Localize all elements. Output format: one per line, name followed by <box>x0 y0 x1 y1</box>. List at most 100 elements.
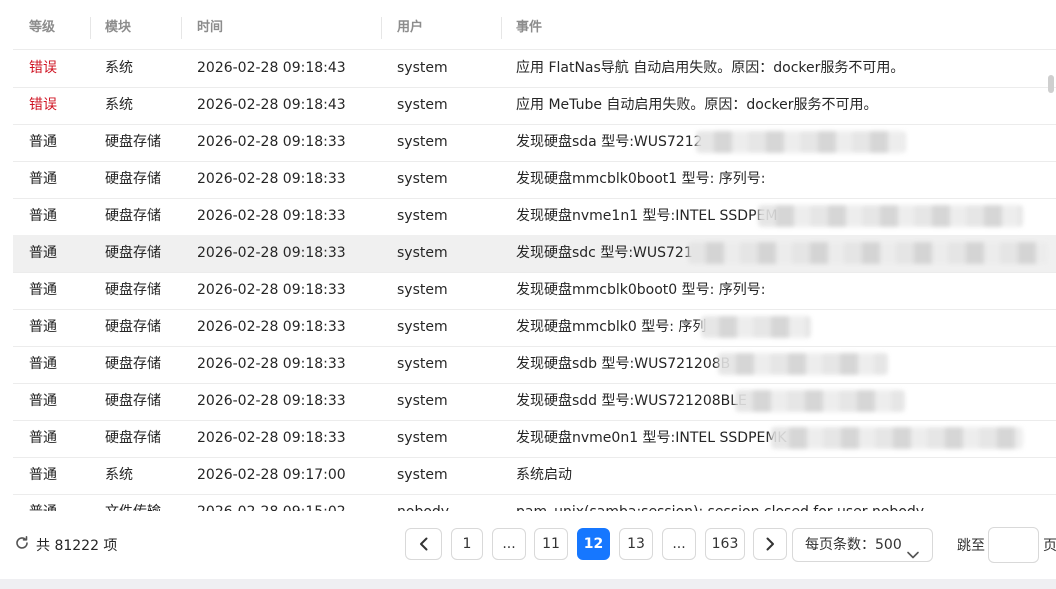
level-cell: 普通 <box>29 494 57 511</box>
module-cell: 硬盘存储 <box>105 356 161 372</box>
level-cell: 普通 <box>29 393 57 409</box>
event-cell: 发现硬盘sdd 型号:WUS721208BLE <box>516 393 747 409</box>
prev-page-button[interactable] <box>405 528 442 560</box>
header-time[interactable]: 时间 <box>197 9 223 49</box>
refresh-icon[interactable] <box>14 535 36 555</box>
total-count: 共 81222 项 <box>14 535 117 555</box>
page-ellipsis-next[interactable]: ... <box>662 528 696 560</box>
module-cell: 硬盘存储 <box>105 134 161 150</box>
time-cell: 2026-02-28 09:18:33 <box>197 171 346 187</box>
time-cell: 2026-02-28 09:18:33 <box>197 319 346 335</box>
event-cell: 发现硬盘sdc 型号:WUS721 <box>516 245 693 261</box>
level-cell: 普通 <box>29 467 57 483</box>
module-cell: 系统 <box>105 467 133 483</box>
header-user[interactable]: 用户 <box>397 9 423 49</box>
table-row[interactable]: 普通 硬盘存储 2026-02-28 09:18:33 system 发现硬盘n… <box>13 198 1056 236</box>
log-table: 等级 模块 时间 用户 事件 错误 系统 2026-02-28 09:18:43… <box>13 9 1056 511</box>
redacted-serial <box>758 205 1023 227</box>
level-cell: 错误 <box>29 60 57 76</box>
module-cell: 硬盘存储 <box>105 393 161 409</box>
module-cell: 硬盘存储 <box>105 319 161 335</box>
level-cell: 普通 <box>29 356 57 372</box>
module-cell: 系统 <box>105 60 133 76</box>
user-cell: system <box>397 245 448 261</box>
event-cell: pam_unix(samba:session): session closed … <box>516 494 924 511</box>
redacted-serial <box>718 353 888 375</box>
event-cell: 系统启动 <box>516 467 572 483</box>
table-row[interactable]: 普通 硬盘存储 2026-02-28 09:18:33 system 发现硬盘n… <box>13 420 1056 458</box>
table-row[interactable]: 普通 硬盘存储 2026-02-28 09:18:33 system 发现硬盘m… <box>13 272 1056 310</box>
level-cell: 普通 <box>29 319 57 335</box>
module-cell: 硬盘存储 <box>105 208 161 224</box>
module-cell: 硬盘存储 <box>105 245 161 261</box>
vertical-scrollbar-thumb[interactable] <box>1048 75 1054 93</box>
user-cell: system <box>397 467 448 483</box>
user-cell: system <box>397 208 448 224</box>
event-cell: 发现硬盘nvme1n1 型号:INTEL SSDPEM <box>516 208 778 224</box>
level-cell: 普通 <box>29 245 57 261</box>
redacted-serial <box>688 242 1048 264</box>
table-row[interactable]: 错误 系统 2026-02-28 09:18:43 system 应用 Flat… <box>13 50 1056 88</box>
header-divider <box>90 17 91 39</box>
table-row[interactable]: 普通 硬盘存储 2026-02-28 09:18:33 system 发现硬盘m… <box>13 309 1056 347</box>
page-button-163[interactable]: 163 <box>705 528 745 560</box>
time-cell: 2026-02-28 09:17:00 <box>197 467 346 483</box>
table-row[interactable]: 普通 硬盘存储 2026-02-28 09:18:33 system 发现硬盘m… <box>13 161 1056 199</box>
table-row[interactable]: 错误 系统 2026-02-28 09:18:43 system 应用 MeTu… <box>13 87 1056 125</box>
table-row[interactable]: 普通 文件传输 2026-02-28 09:15:02 nobody pam_u… <box>13 494 1056 511</box>
time-cell: 2026-02-28 09:18:43 <box>197 97 346 113</box>
page-button-12[interactable]: 12 <box>577 528 610 560</box>
table-row[interactable]: 普通 硬盘存储 2026-02-28 09:18:33 system 发现硬盘s… <box>13 346 1056 384</box>
table-row[interactable]: 普通 硬盘存储 2026-02-28 09:18:33 system 发现硬盘s… <box>13 235 1056 273</box>
header-divider <box>381 17 382 39</box>
level-cell: 普通 <box>29 134 57 150</box>
event-cell: 发现硬盘sdb 型号:WUS721208B <box>516 356 731 372</box>
header-divider <box>501 17 502 39</box>
level-cell: 普通 <box>29 171 57 187</box>
jump-to-page-input[interactable] <box>988 527 1039 563</box>
pagination-bar: 共 81222 项 1 ... 11 12 13 ... 163 每页条数：50… <box>0 511 1056 579</box>
level-cell: 普通 <box>29 430 57 446</box>
page-size-select[interactable]: 每页条数：500 <box>792 528 933 562</box>
page-ellipsis-prev[interactable]: ... <box>492 528 526 560</box>
time-cell: 2026-02-28 09:18:33 <box>197 245 346 261</box>
user-cell: system <box>397 430 448 446</box>
page-unit-label: 页 <box>1043 538 1056 554</box>
page-button-13[interactable]: 13 <box>619 528 653 560</box>
page-button-11[interactable]: 11 <box>534 528 568 560</box>
level-cell: 普通 <box>29 282 57 298</box>
header-event[interactable]: 事件 <box>516 9 542 49</box>
event-cell: 发现硬盘mmcblk0boot0 型号: 序列号: <box>516 282 766 298</box>
event-cell: 发现硬盘nvme0n1 型号:INTEL SSDPEMK <box>516 430 787 446</box>
user-cell: nobody <box>397 494 449 511</box>
time-cell: 2026-02-28 09:18:33 <box>197 430 346 446</box>
jump-to-label: 跳至 <box>957 538 985 554</box>
time-cell: 2026-02-28 09:18:33 <box>197 282 346 298</box>
time-cell: 2026-02-28 09:18:33 <box>197 208 346 224</box>
time-cell: 2026-02-28 09:15:02 <box>197 494 346 511</box>
time-cell: 2026-02-28 09:18:33 <box>197 356 346 372</box>
user-cell: system <box>397 171 448 187</box>
header-divider <box>181 17 182 39</box>
time-cell: 2026-02-28 09:18:33 <box>197 393 346 409</box>
user-cell: system <box>397 97 448 113</box>
user-cell: system <box>397 134 448 150</box>
redacted-serial <box>701 316 811 338</box>
header-module[interactable]: 模块 <box>105 9 131 49</box>
table-row[interactable]: 普通 硬盘存储 2026-02-28 09:18:33 system 发现硬盘s… <box>13 383 1056 421</box>
event-cell: 应用 FlatNas导航 自动启用失败。原因：docker服务不可用。 <box>516 60 905 76</box>
redacted-serial <box>771 427 1023 449</box>
next-page-button[interactable] <box>753 528 787 560</box>
page-button-1[interactable]: 1 <box>451 528 483 560</box>
module-cell: 文件传输 <box>105 494 161 511</box>
user-cell: system <box>397 393 448 409</box>
level-cell: 普通 <box>29 208 57 224</box>
level-cell: 错误 <box>29 97 57 113</box>
module-cell: 硬盘存储 <box>105 282 161 298</box>
total-count-label: 共 81222 项 <box>36 538 118 554</box>
table-row[interactable]: 普通 硬盘存储 2026-02-28 09:18:33 system 发现硬盘s… <box>13 124 1056 162</box>
table-row[interactable]: 普通 系统 2026-02-28 09:17:00 system 系统启动 <box>13 457 1056 495</box>
module-cell: 硬盘存储 <box>105 430 161 446</box>
header-level[interactable]: 等级 <box>29 9 55 49</box>
time-cell: 2026-02-28 09:18:43 <box>197 60 346 76</box>
